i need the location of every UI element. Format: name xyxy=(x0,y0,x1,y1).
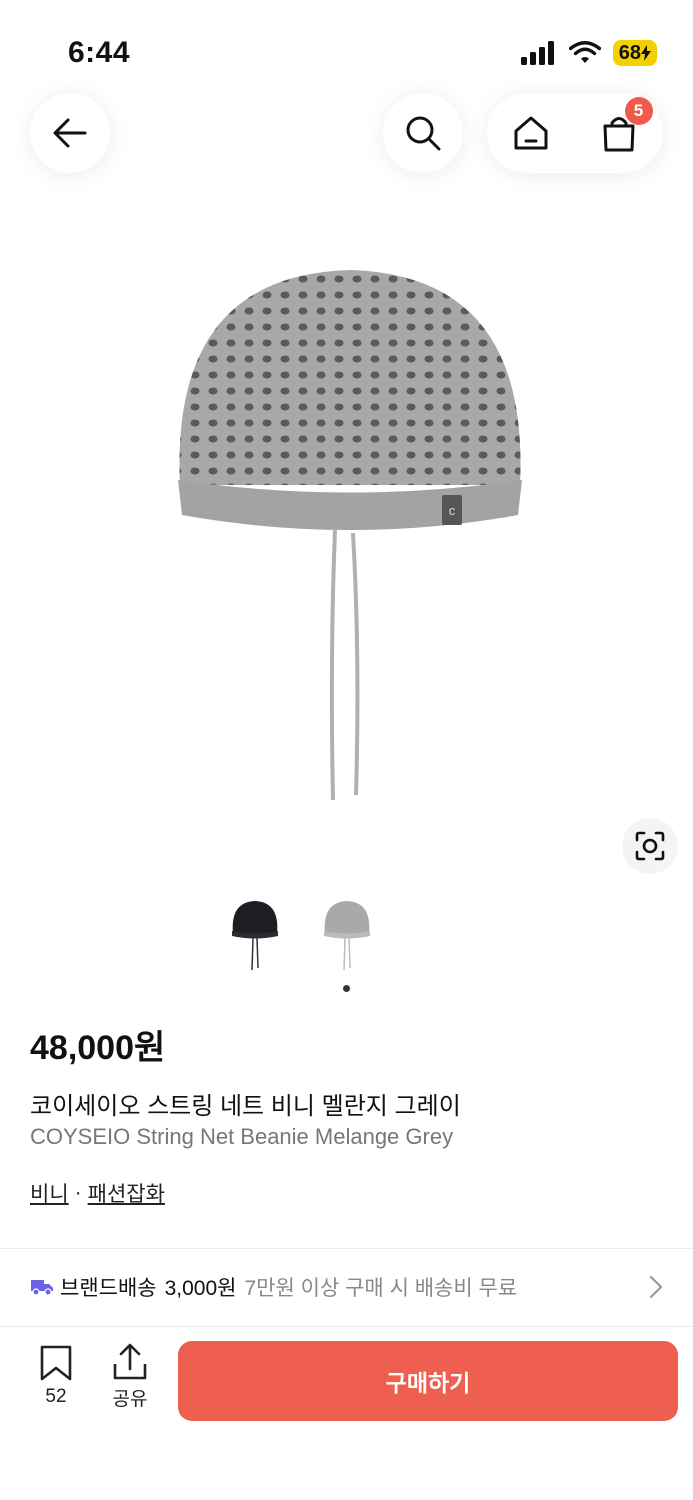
pagination-dot xyxy=(343,985,350,992)
status-icons: 68 xyxy=(520,40,657,66)
shipping-fee: 3,000원 xyxy=(164,1277,237,1300)
lens-icon xyxy=(635,831,665,861)
svg-text:c: c xyxy=(449,503,456,518)
arrow-left-icon xyxy=(53,118,87,148)
image-search-button[interactable] xyxy=(622,818,678,874)
status-time: 6:44 xyxy=(68,36,131,69)
home-button[interactable] xyxy=(512,114,550,152)
charging-bolt-icon xyxy=(641,45,651,61)
bottom-bar-divider xyxy=(0,1326,693,1327)
search-icon xyxy=(406,116,441,151)
color-option-black[interactable] xyxy=(224,896,286,976)
shipping-info-row[interactable]: 브랜드배송 3,000원 7만원 이상 구매 시 배송비 무료 xyxy=(30,1268,663,1306)
category-link-beanie[interactable]: 비니 xyxy=(30,1178,69,1208)
shipping-note: 7만원 이상 구매 시 배송비 무료 xyxy=(244,1277,518,1300)
battery-level: 68 xyxy=(618,41,641,64)
share-label: 공유 xyxy=(112,1389,148,1410)
product-title-en: COYSEIO String Net Beanie Melange Grey xyxy=(30,1124,454,1149)
cellular-signal-icon xyxy=(520,41,554,65)
battery-indicator: 68 xyxy=(612,40,657,66)
cart-button[interactable]: 5 xyxy=(599,97,653,153)
bookmark-icon xyxy=(40,1345,72,1381)
share-button[interactable]: 공유 xyxy=(104,1342,156,1411)
back-button[interactable] xyxy=(30,93,110,173)
delivery-truck-icon xyxy=(31,1280,53,1296)
buy-button[interactable]: 구매하기 xyxy=(178,1341,678,1421)
chevron-right-icon xyxy=(649,1275,663,1299)
save-button[interactable]: 52 xyxy=(30,1344,82,1408)
divider xyxy=(0,1248,693,1249)
search-button[interactable] xyxy=(383,93,463,173)
product-image: c xyxy=(178,270,522,801)
category-link-fashion-goods[interactable]: 패션잡화 xyxy=(88,1178,165,1208)
category-separator: · xyxy=(74,1181,82,1204)
save-count: 52 xyxy=(45,1386,67,1407)
share-icon xyxy=(113,1343,147,1380)
cart-badge: 5 xyxy=(624,97,653,125)
wifi-icon xyxy=(568,41,601,63)
color-option-grey[interactable] xyxy=(316,896,378,976)
home-icon xyxy=(514,116,547,150)
product-title-ko: 코이세이오 스트링 네트 비니 멜란지 그레이 xyxy=(30,1093,461,1120)
product-price: 48,000원 xyxy=(30,1029,166,1067)
nav-pill: 5 xyxy=(487,93,663,173)
shipping-label: 브랜드배송 xyxy=(60,1277,157,1300)
breadcrumb: 비니 · 패션잡화 xyxy=(30,1178,165,1208)
